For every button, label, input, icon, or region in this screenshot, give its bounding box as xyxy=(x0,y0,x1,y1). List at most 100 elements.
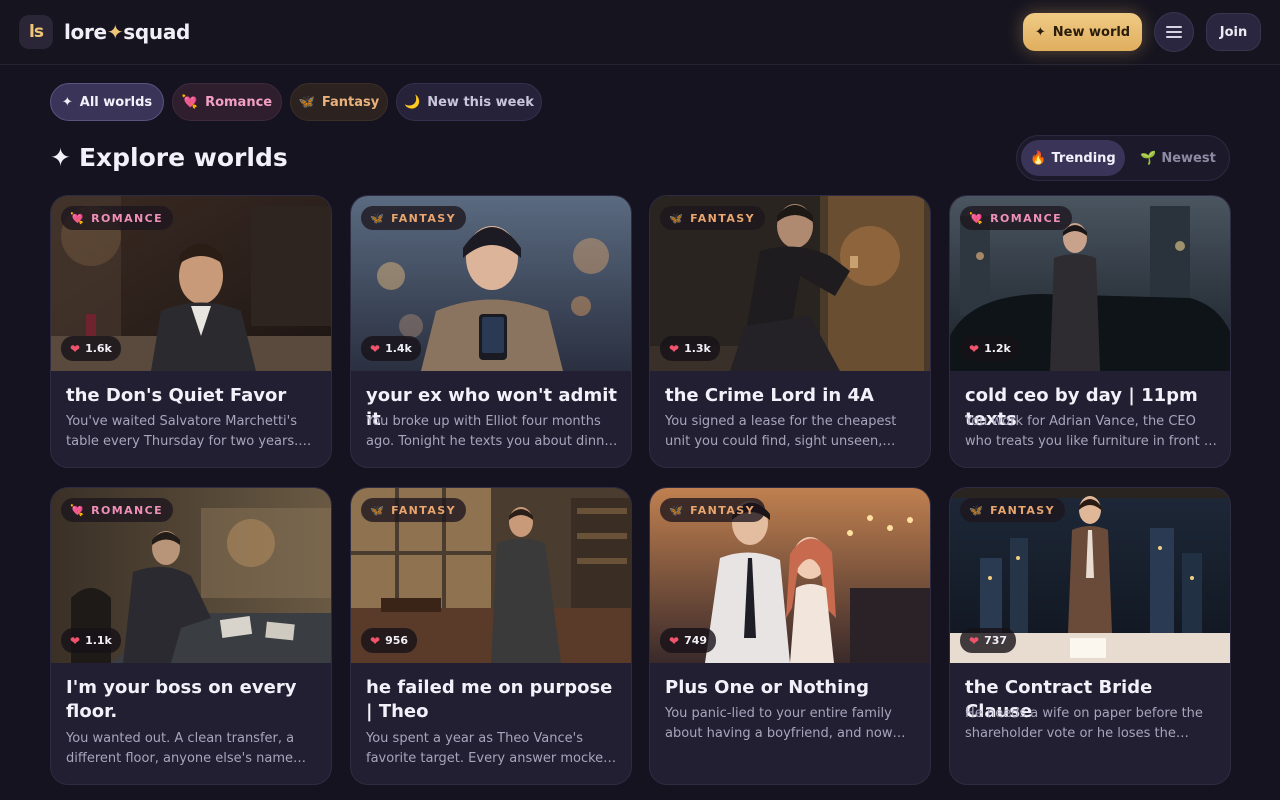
genre-label: FANTASY xyxy=(690,503,755,517)
butterfly-icon: 🦋 xyxy=(669,503,685,517)
heart-arrow-icon: 💘 xyxy=(969,211,985,225)
card-title: the Don's Quiet Favor xyxy=(66,385,287,406)
butterfly-icon: 🦋 xyxy=(298,94,315,110)
like-value: 956 xyxy=(385,634,409,647)
like-value: 1.4k xyxy=(385,342,412,355)
sparkle-icon: ✦ xyxy=(1034,24,1046,40)
world-card[interactable]: 🦋 FANTASY ❤ 1.3k the Crime Lord in 4A Yo… xyxy=(649,195,931,468)
seedling-icon: 🌱 xyxy=(1140,150,1157,166)
sort-label: Newest xyxy=(1161,150,1216,166)
new-world-button[interactable]: ✦ New world xyxy=(1023,13,1142,51)
page-title-text: Explore worlds xyxy=(78,143,288,172)
card-title: I'm your boss on every floor. xyxy=(66,677,297,722)
brand-left: lore xyxy=(64,20,107,44)
genre-label: FANTASY xyxy=(391,503,456,517)
like-value: 1.2k xyxy=(984,342,1011,355)
genre-tag: 🦋 FANTASY xyxy=(361,498,466,522)
butterfly-icon: 🦋 xyxy=(370,211,386,225)
heart-icon: ❤ xyxy=(969,341,980,356)
menu-button[interactable] xyxy=(1154,12,1194,52)
heart-icon: ❤ xyxy=(370,341,381,356)
like-count: ❤ 737 xyxy=(960,628,1017,653)
genre-tag: 🦋 FANTASY xyxy=(960,498,1065,522)
sort-trending-button[interactable]: 🔥 Trending xyxy=(1021,140,1125,176)
brand-name[interactable]: lore✦squad xyxy=(64,20,190,44)
sparkle-icon: ✦ xyxy=(61,94,73,110)
heart-arrow-icon: 💘 xyxy=(181,94,199,110)
top-bar: ls lore✦squad ✦ New world Join xyxy=(0,0,1280,65)
sort-label: Trending xyxy=(1051,150,1116,166)
join-button[interactable]: Join xyxy=(1206,13,1261,51)
butterfly-icon: 🦋 xyxy=(669,211,685,225)
genre-tag: 🦋 FANTASY xyxy=(660,498,765,522)
like-count: ❤ 1.1k xyxy=(61,628,121,653)
butterfly-icon: 🦋 xyxy=(370,503,386,517)
filter-fantasy[interactable]: 🦋 Fantasy xyxy=(290,83,388,121)
card-title: he failed me on purpose | Theo xyxy=(366,677,613,722)
genre-label: FANTASY xyxy=(690,211,755,225)
filter-label: Romance xyxy=(205,94,273,110)
card-description: You spent a year as Theo Vance's favorit… xyxy=(366,731,616,766)
genre-label: ROMANCE xyxy=(91,503,163,517)
card-description: You signed a lease for the cheapest unit… xyxy=(665,414,897,449)
like-count: ❤ 749 xyxy=(660,628,717,653)
page-title: ✦ Explore worlds xyxy=(50,143,288,172)
like-value: 1.3k xyxy=(684,342,711,355)
genre-tag: 💘 ROMANCE xyxy=(61,498,173,522)
filter-romance[interactable]: 💘 Romance xyxy=(172,83,282,121)
world-card[interactable]: 🦋 FANTASY ❤ 1.4k your ex who won't admit… xyxy=(350,195,632,468)
heart-arrow-icon: 💘 xyxy=(70,503,86,517)
sparkle-icon: ✦ xyxy=(50,143,71,172)
hamburger-icon xyxy=(1166,26,1182,38)
card-description: You wanted out. A clean transfer, a diff… xyxy=(66,731,295,766)
world-card[interactable]: 💘 ROMANCE ❤ 1.1k I'm your boss on every … xyxy=(50,487,332,785)
heart-icon: ❤ xyxy=(669,633,680,648)
card-description: You broke up with Elliot four months ago… xyxy=(366,414,618,449)
card-description: He needs a wife on paper before the shar… xyxy=(965,706,1203,741)
card-title: the Crime Lord in 4A xyxy=(665,385,874,406)
new-world-label: New world xyxy=(1052,24,1131,40)
like-count: ❤ 1.6k xyxy=(61,336,121,361)
logo-mark-text: ls xyxy=(29,22,44,42)
card-title: Plus One or Nothing xyxy=(665,677,869,698)
heart-icon: ❤ xyxy=(370,633,381,648)
genre-label: ROMANCE xyxy=(990,211,1062,225)
moon-icon: 🌙 xyxy=(404,94,421,110)
world-card[interactable]: 🦋 FANTASY ❤ 749 Plus One or Nothing You … xyxy=(649,487,931,785)
like-count: ❤ 956 xyxy=(361,628,418,653)
card-description: You panic-lied to your entire family abo… xyxy=(665,706,893,741)
filter-all-worlds[interactable]: ✦ All worlds xyxy=(50,83,164,121)
like-value: 1.6k xyxy=(85,342,112,355)
heart-arrow-icon: 💘 xyxy=(70,211,86,225)
logo-icon[interactable]: ls xyxy=(19,15,53,49)
card-description: You've waited Salvatore Marchetti's tabl… xyxy=(66,414,299,449)
brand-right: squad xyxy=(123,20,191,44)
brand-star-icon: ✦ xyxy=(106,20,124,44)
filter-new-this-week[interactable]: 🌙 New this week xyxy=(396,83,542,121)
like-count: ❤ 1.4k xyxy=(361,336,421,361)
join-label: Join xyxy=(1219,24,1248,40)
genre-tag: 💘 ROMANCE xyxy=(61,206,173,230)
genre-tag: 🦋 FANTASY xyxy=(660,206,765,230)
sort-toggle: 🔥 Trending 🌱 Newest xyxy=(1016,135,1230,181)
world-card[interactable]: 🦋 FANTASY ❤ 737 the Contract Bride Claus… xyxy=(949,487,1231,785)
like-value: 749 xyxy=(684,634,708,647)
card-description: You work for Adrian Vance, the CEO who t… xyxy=(965,414,1217,449)
genre-label: FANTASY xyxy=(990,503,1055,517)
like-count: ❤ 1.2k xyxy=(960,336,1020,361)
like-value: 737 xyxy=(984,634,1008,647)
heart-icon: ❤ xyxy=(969,633,980,648)
world-card[interactable]: 💘 ROMANCE ❤ 1.6k the Don's Quiet Favor Y… xyxy=(50,195,332,468)
heart-icon: ❤ xyxy=(70,633,81,648)
like-count: ❤ 1.3k xyxy=(660,336,720,361)
fire-icon: 🔥 xyxy=(1030,150,1047,166)
genre-tag: 💘 ROMANCE xyxy=(960,206,1072,230)
filter-label: All worlds xyxy=(79,94,153,110)
filter-label: New this week xyxy=(427,94,534,110)
sort-newest-button[interactable]: 🌱 Newest xyxy=(1131,140,1225,176)
world-card[interactable]: 💘 ROMANCE ❤ 1.2k cold ceo by day | 11pm … xyxy=(949,195,1231,468)
world-card[interactable]: 🦋 FANTASY ❤ 956 he failed me on purpose … xyxy=(350,487,632,785)
butterfly-icon: 🦋 xyxy=(969,503,985,517)
genre-tag: 🦋 FANTASY xyxy=(361,206,466,230)
like-value: 1.1k xyxy=(85,634,112,647)
